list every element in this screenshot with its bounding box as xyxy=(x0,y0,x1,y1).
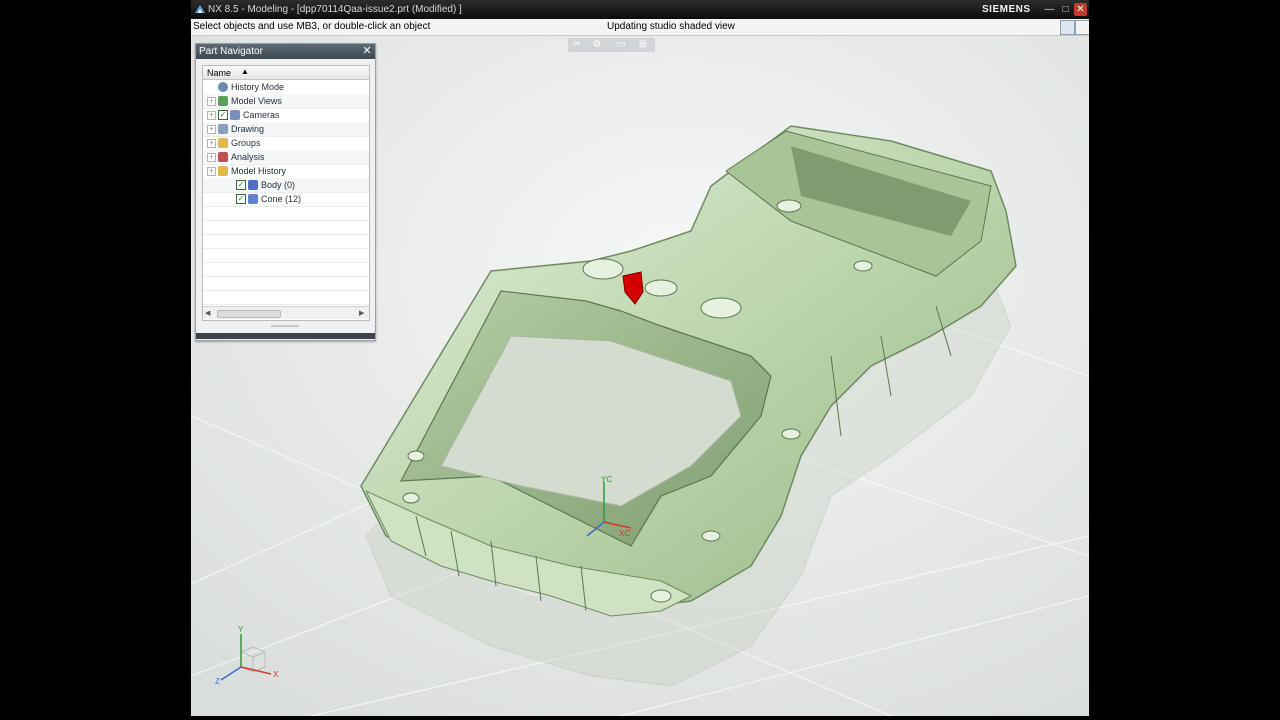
view-triad[interactable]: Y X Z xyxy=(211,622,291,692)
title-bar: NX 8.5 - Modeling - [dpp70114Qaa-issue2.… xyxy=(191,0,1089,19)
body-icon xyxy=(248,180,258,190)
cue-prompt: Select objects and use MB3, or double-cl… xyxy=(193,21,431,32)
scroll-right-icon[interactable]: ▶ xyxy=(359,309,364,317)
nx-logo-icon xyxy=(195,5,205,13)
empty-tree-row xyxy=(203,206,369,221)
triad-z-label: Z xyxy=(215,677,220,686)
name-column-header[interactable]: Name ▲ xyxy=(203,66,369,80)
tree-row-label: Model Views xyxy=(231,96,282,106)
expand-icon[interactable]: + xyxy=(207,125,216,134)
part-navigator-tree: Name ▲ History Mode + Model Views + ✓ Cameras… xyxy=(202,65,370,321)
tree-row[interactable]: ✓ Body (0) xyxy=(203,178,369,193)
tree-row-label: History Mode xyxy=(231,82,285,92)
part-navigator-panel: Part Navigator ✕ Name ▲ History Mode + Mod… xyxy=(195,43,376,341)
part-navigator-header: Part Navigator ✕ xyxy=(196,44,375,59)
triad-y-label: Y xyxy=(238,625,244,634)
tree-row-label: Cone (12) xyxy=(261,194,302,204)
tree-row[interactable]: + Model History xyxy=(203,164,369,179)
part-navigator-title: Part Navigator xyxy=(199,46,263,57)
name-column-label: Name xyxy=(207,68,232,78)
tree-row[interactable]: + Model Views xyxy=(203,94,369,109)
tree-row-label: Cameras xyxy=(243,110,280,120)
tree-row-label: Groups xyxy=(231,138,261,148)
visibility-checkbox[interactable]: ✓ xyxy=(218,110,228,120)
cue-line: Select objects and use MB3, or double-cl… xyxy=(191,19,1089,36)
camera-icon xyxy=(230,110,240,120)
tree-row-label: Drawing xyxy=(231,124,265,134)
mini-tool-1[interactable]: ✂ xyxy=(570,39,584,51)
folder-icon xyxy=(218,166,228,176)
maximize-button[interactable]: □ xyxy=(1059,3,1072,16)
part-navigator-close-button[interactable]: ✕ xyxy=(361,45,373,57)
wcs-xc-label: XC xyxy=(619,529,630,538)
empty-tree-row xyxy=(203,248,369,263)
window-title: NX 8.5 - Modeling - [dpp70114Qaa-issue2.… xyxy=(208,4,462,15)
scroll-thumb[interactable] xyxy=(217,310,281,318)
tree-row-label: Model History xyxy=(231,166,287,176)
nx-application-window: NX 8.5 - Modeling - [dpp70114Qaa-issue2.… xyxy=(191,0,1089,716)
folder-icon xyxy=(218,138,228,148)
empty-tree-row xyxy=(203,262,369,277)
empty-tree-row xyxy=(203,290,369,305)
analysis-icon xyxy=(218,152,228,162)
sort-ascending-icon: ▲ xyxy=(241,67,249,76)
visibility-checkbox[interactable]: ✓ xyxy=(236,180,246,190)
cone-icon xyxy=(248,194,258,204)
empty-tree-row xyxy=(203,234,369,249)
empty-tree-row xyxy=(203,276,369,291)
expand-icon[interactable]: + xyxy=(207,167,216,176)
status-text: Updating studio shaded view xyxy=(607,21,735,32)
mini-tool-2[interactable]: ⚙ xyxy=(590,39,604,51)
fullscreen-button[interactable] xyxy=(1075,20,1089,35)
visibility-checkbox[interactable]: ✓ xyxy=(236,194,246,204)
tree-row-label: Analysis xyxy=(231,152,265,162)
minimize-button[interactable]: — xyxy=(1043,3,1056,16)
tree-row[interactable]: ✓ Cone (12) xyxy=(203,192,369,207)
triad-x-label: X xyxy=(273,670,279,679)
model-views-icon xyxy=(218,96,228,106)
horizontal-scrollbar[interactable]: ◀ ▶ xyxy=(203,306,369,319)
close-button[interactable]: ✕ xyxy=(1074,3,1087,16)
tree-row[interactable]: History Mode xyxy=(203,80,369,95)
part-navigator-bottom-bar xyxy=(196,333,375,339)
tree-row[interactable]: + Groups xyxy=(203,136,369,151)
restore-resource-button[interactable] xyxy=(1060,20,1075,35)
resize-grip[interactable] xyxy=(271,325,299,327)
selection-mini-toolbar: ✂ ⚙ ▭ ⊞ xyxy=(568,38,655,52)
scroll-left-icon[interactable]: ◀ xyxy=(205,309,210,317)
tree-row[interactable]: + ✓ Cameras xyxy=(203,108,369,123)
expand-icon[interactable]: + xyxy=(207,153,216,162)
siemens-brand: SIEMENS xyxy=(982,4,1031,15)
tree-row[interactable]: + Analysis xyxy=(203,150,369,165)
expand-icon[interactable]: + xyxy=(207,111,216,120)
empty-tree-row xyxy=(203,220,369,235)
mini-tool-3[interactable]: ▭ xyxy=(614,39,628,51)
tree-row-label: Body (0) xyxy=(261,180,296,190)
expand-icon[interactable]: + xyxy=(207,97,216,106)
tree-row[interactable]: + Drawing xyxy=(203,122,369,137)
mini-tool-4[interactable]: ⊞ xyxy=(636,39,650,51)
wcs-yc-label: YC xyxy=(601,475,612,484)
clock-icon xyxy=(218,82,228,92)
expand-icon[interactable]: + xyxy=(207,139,216,148)
drawing-icon xyxy=(218,124,228,134)
